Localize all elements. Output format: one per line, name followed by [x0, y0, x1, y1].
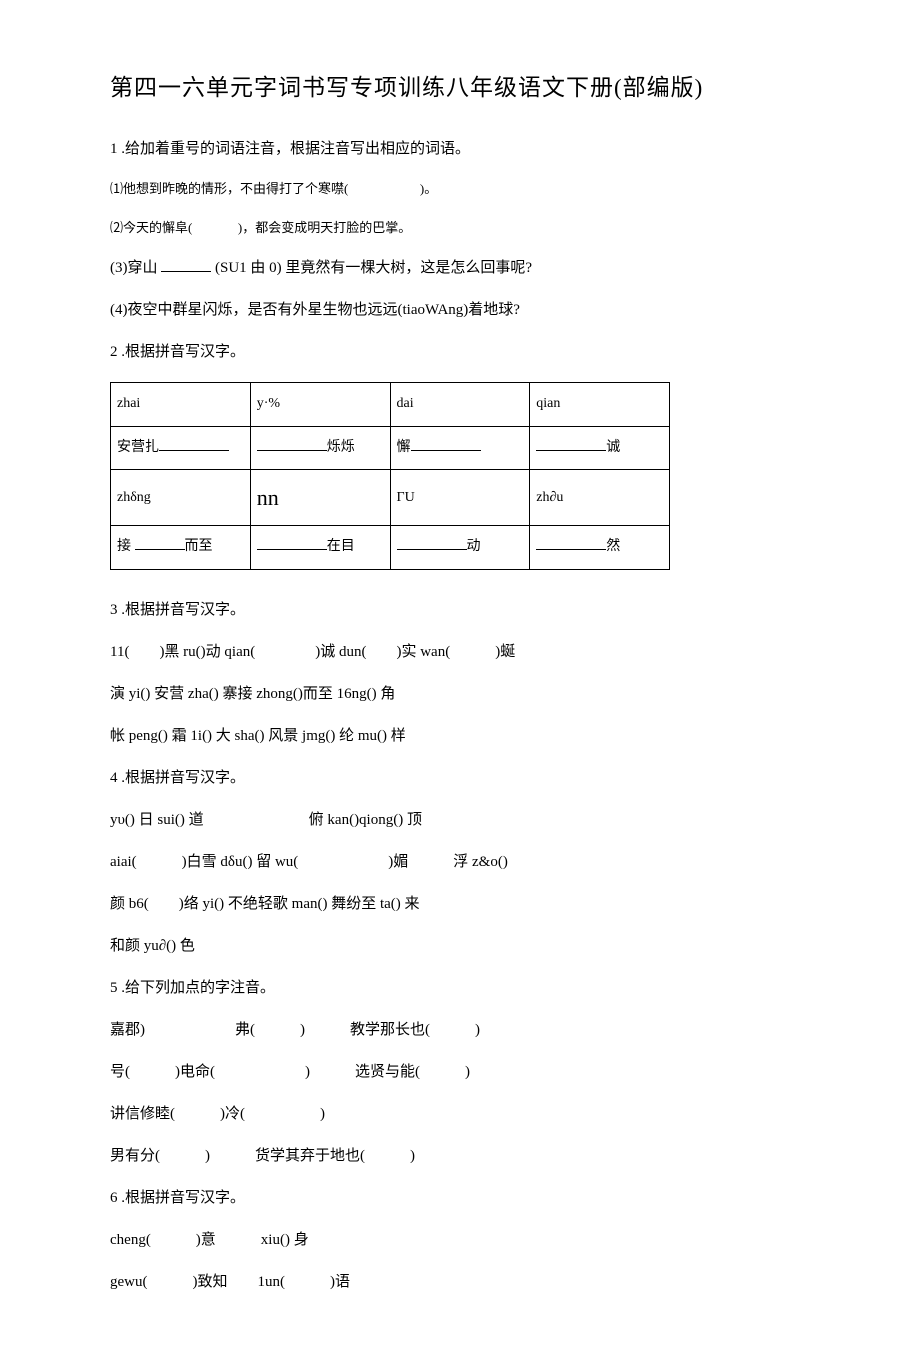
q4-num: 4 — [110, 766, 118, 790]
q2-num: 2 — [110, 340, 118, 364]
q3-text: .根据拼音写汉字。 — [121, 602, 245, 618]
q1-sub1-a: ⑴他想到昨晚的情形，不由得打了个寒噤( — [110, 181, 348, 196]
q3-line3: 帐 peng() 霜 1i() 大 sha() 风景 jmg() 纶 mu() … — [110, 724, 810, 748]
cell-blank[interactable] — [536, 536, 606, 550]
cell-text: 烁烁 — [327, 440, 355, 455]
q4-line4: 和颜 yu∂() 色 — [110, 934, 810, 958]
cell-r3c1: zhδng — [111, 470, 251, 526]
cell-r2c4: 诚 — [530, 426, 670, 469]
cell-r1c3: dai — [390, 383, 530, 426]
q2-text: .根据拼音写汉字。 — [121, 344, 245, 360]
cell-blank[interactable] — [135, 536, 185, 550]
cell-r3c3: ΓU — [390, 470, 530, 526]
cell-blank[interactable] — [397, 536, 467, 550]
q6-line1: cheng( )意 xiu() 身 — [110, 1228, 810, 1252]
cell-r2c2: 烁烁 — [250, 426, 390, 469]
q5-prompt: 5 .给下列加点的字注音。 — [110, 976, 810, 1000]
q1-sub2-a: ⑵今天的懈阜( — [110, 220, 192, 235]
q1-sub4: (4)夜空中群星闪烁，是否有外星生物也远远(tiaoWAng)着地球? — [110, 298, 810, 322]
table-row: 安营扎 烁烁 懈 诚 — [111, 426, 670, 469]
cell-r4c1: 接 而至 — [111, 526, 251, 569]
q1-text: .给加着重号的词语注音，根据注音写出相应的词语。 — [121, 141, 470, 157]
q6-line2: gewu( )致知 1un( )语 — [110, 1270, 810, 1294]
cell-r2c3: 懈 — [390, 426, 530, 469]
q4-line3: 颜 b6( )络 yi() 不绝轻歌 man() 舞纷至 ta() 来 — [110, 892, 810, 916]
q4-line2: aiai( )白雪 dδu() 留 wu( )媚 浮 z&o() — [110, 850, 810, 874]
q1-sub2-b: )，都会变成明天打脸的巴掌。 — [238, 220, 411, 235]
q5-num: 5 — [110, 976, 118, 1000]
cell-blank[interactable] — [411, 437, 481, 451]
q1-sub3-blank[interactable] — [161, 257, 211, 272]
cell-text: 诚 — [606, 440, 620, 455]
q5-line3: 讲信修睦( )冷( ) — [110, 1102, 810, 1126]
q5-line1: 嘉郡) 弗( ) 教学那长也( ) — [110, 1018, 810, 1042]
q4-text: .根据拼音写汉字。 — [121, 770, 245, 786]
q1-num: 1 — [110, 137, 118, 161]
q1-sub1: ⑴他想到昨晚的情形，不由得打了个寒噤( )。 — [110, 179, 810, 200]
q1-prompt: 1 .给加着重号的词语注音，根据注音写出相应的词语。 — [110, 137, 810, 161]
cell-r3c2: nn — [250, 470, 390, 526]
cell-r3c4: zh∂u — [530, 470, 670, 526]
cell-text: 安营扎 — [117, 440, 159, 455]
q1-sub2: ⑵今天的懈阜( )，都会变成明天打脸的巴掌。 — [110, 218, 810, 239]
q1-sub3-b: (SU1 由 0) 里竟然有一棵大树，这是怎么回事呢? — [215, 260, 532, 276]
cell-r1c1: zhai — [111, 383, 251, 426]
cell-blank[interactable] — [257, 536, 327, 550]
q2-table: zhai y·% dai qian 安营扎 烁烁 懈 诚 zhδng nn ΓU… — [110, 382, 670, 569]
cell-text: 动 — [467, 539, 481, 554]
q3-line2: 演 yi() 安营 zha() 寨接 zhong()而至 16ng() 角 — [110, 682, 810, 706]
cell-blank[interactable] — [159, 437, 229, 451]
cell-text: 在目 — [327, 539, 355, 554]
cell-r4c3: 动 — [390, 526, 530, 569]
q5-line2: 号( )电命( ) 选贤与能( ) — [110, 1060, 810, 1084]
q3-line1: 11( )黑 ru()动 qian( )诚 dun( )实 wan( )蜒 — [110, 640, 810, 664]
q6-text: .根据拼音写汉字。 — [121, 1190, 245, 1206]
q1-sub3: (3)穿山 (SU1 由 0) 里竟然有一棵大树，这是怎么回事呢? — [110, 256, 810, 280]
cell-text: 接 — [117, 539, 131, 554]
q1-sub4-text: (4)夜空中群星闪烁，是否有外星生物也远远(tiaoWAng)着地球? — [110, 302, 520, 318]
q1-sub3-a: (3)穿山 — [110, 260, 158, 276]
q2-prompt: 2 .根据拼音写汉字。 — [110, 340, 810, 364]
q3-num: 3 — [110, 598, 118, 622]
cell-text: 懈 — [397, 440, 411, 455]
cell-text: 而至 — [185, 539, 213, 554]
cell-r2c1: 安营扎 — [111, 426, 251, 469]
q5-line4: 男有分( ) 货学其弃于地也( ) — [110, 1144, 810, 1168]
q6-num: 6 — [110, 1186, 118, 1210]
cell-r1c2: y·% — [250, 383, 390, 426]
q1-sub1-b: )。 — [420, 181, 437, 196]
cell-blank[interactable] — [257, 437, 327, 451]
cell-text: 然 — [606, 539, 620, 554]
q3-prompt: 3 .根据拼音写汉字。 — [110, 598, 810, 622]
page-title: 第四一六单元字词书写专项训练八年级语文下册(部编版) — [110, 70, 810, 107]
cell-r4c2: 在目 — [250, 526, 390, 569]
cell-blank[interactable] — [536, 437, 606, 451]
q4-line1: yυ() 日 sui() 道 俯 kan()qiong() 顶 — [110, 808, 810, 832]
q1-sub2-blank[interactable] — [196, 220, 235, 235]
q5-text: .给下列加点的字注音。 — [121, 980, 275, 996]
table-row: zhδng nn ΓU zh∂u — [111, 470, 670, 526]
table-row: 接 而至 在目 动 然 — [111, 526, 670, 569]
q1-sub1-blank[interactable] — [352, 181, 417, 196]
table-row: zhai y·% dai qian — [111, 383, 670, 426]
cell-r1c4: qian — [530, 383, 670, 426]
q4-prompt: 4 .根据拼音写汉字。 — [110, 766, 810, 790]
cell-text: nn — [257, 485, 279, 510]
cell-r4c4: 然 — [530, 526, 670, 569]
q6-prompt: 6 .根据拼音写汉字。 — [110, 1186, 810, 1210]
